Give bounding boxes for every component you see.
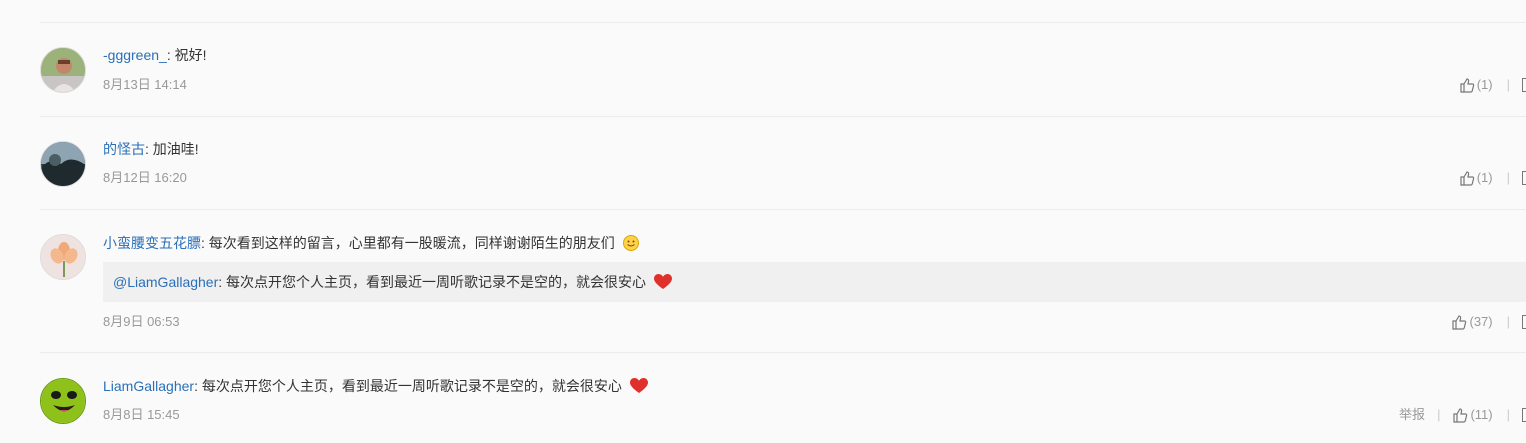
like-count: (37) <box>1469 314 1493 329</box>
separator: | <box>1506 77 1510 92</box>
comment-text-line: 小蛮腰变五花膘: 每次看到这样的留言，心里都有一股暖流，同样谢谢陌生的朋友们 <box>103 233 639 253</box>
like-button[interactable]: (11) <box>1452 406 1493 424</box>
avatar[interactable] <box>40 47 86 93</box>
comment-text-line: -gggreen_: 祝好! <box>103 45 207 65</box>
reply-button[interactable] <box>1522 78 1526 92</box>
avatar-green-face <box>41 379 85 423</box>
comment-text-line: 的怪古: 加油哇! <box>103 139 199 159</box>
separator: | <box>1506 170 1510 185</box>
avatar-photo-landscape <box>41 142 85 186</box>
smile-emoji-icon <box>622 235 639 251</box>
colon: : <box>218 274 223 290</box>
comment-username[interactable]: -gggreen_ <box>103 47 167 63</box>
heart-emoji-icon <box>629 378 648 393</box>
report-button[interactable]: 举报 <box>1399 406 1425 424</box>
like-button[interactable]: (37) <box>1451 313 1493 331</box>
comment-actions: (1) | <box>1459 76 1526 94</box>
separator: | <box>1506 314 1510 329</box>
like-count: (1) <box>1476 77 1493 92</box>
reply-button[interactable] <box>1522 315 1526 329</box>
avatar[interactable] <box>40 141 86 187</box>
avatar[interactable] <box>40 378 86 424</box>
separator: | <box>1437 407 1441 422</box>
divider <box>40 352 1526 353</box>
thumbs-up-icon <box>1460 78 1474 93</box>
comment-text: 每次看到这样的留言，心里都有一股暖流，同样谢谢陌生的朋友们 <box>208 235 615 251</box>
comment-username[interactable]: 的怪古 <box>103 141 145 157</box>
comment-actions: (37) | <box>1451 313 1526 331</box>
comment-time: 8月8日 15:45 <box>103 407 180 422</box>
avatar[interactable] <box>40 234 86 280</box>
comment-time: 8月13日 14:14 <box>103 77 187 92</box>
thumbs-up-icon <box>1460 171 1474 186</box>
colon: : <box>166 47 171 63</box>
comment-time: 8月12日 16:20 <box>103 170 187 185</box>
colon: : <box>194 378 198 394</box>
like-button[interactable]: (1) <box>1459 169 1493 187</box>
colon: : <box>145 141 149 157</box>
comment-text: 加油哇! <box>152 141 199 157</box>
separator: | <box>1506 407 1510 422</box>
comment-actions: 举报 | (11) | <box>1399 406 1526 424</box>
divider <box>40 209 1526 210</box>
comment-text: 每次点开您个人主页，看到最近一周听歌记录不是空的，就会很安心 <box>201 378 622 394</box>
thumbs-up-icon <box>1453 408 1468 423</box>
comment-username[interactable]: LiamGallagher <box>103 378 194 394</box>
comment-actions: (1) | <box>1459 169 1526 187</box>
avatar-photo-person <box>41 48 85 92</box>
comment-username[interactable]: 小蛮腰变五花膘 <box>103 235 201 251</box>
avatar-flower <box>41 235 85 279</box>
heart-emoji-icon <box>653 274 672 289</box>
colon: : <box>201 235 205 251</box>
comment-text-line: LiamGallagher: 每次点开您个人主页，看到最近一周听歌记录不是空的，… <box>103 376 648 396</box>
thumbs-up-icon <box>1452 315 1467 330</box>
like-button[interactable]: (1) <box>1459 76 1493 94</box>
quoted-text: 每次点开您个人主页，看到最近一周听歌记录不是空的，就会很安心 <box>226 274 647 290</box>
comment-text: 祝好! <box>174 47 207 63</box>
divider <box>40 22 1526 23</box>
divider <box>40 116 1526 117</box>
reply-button[interactable] <box>1522 408 1526 422</box>
quoted-username[interactable]: @LiamGallagher <box>113 274 218 290</box>
reply-button[interactable] <box>1522 171 1526 185</box>
like-count: (1) <box>1476 170 1493 185</box>
quoted-reply: @LiamGallagher: 每次点开您个人主页，看到最近一周听歌记录不是空的… <box>103 262 1526 302</box>
like-count: (11) <box>1470 407 1493 422</box>
comment-time: 8月9日 06:53 <box>103 314 180 329</box>
